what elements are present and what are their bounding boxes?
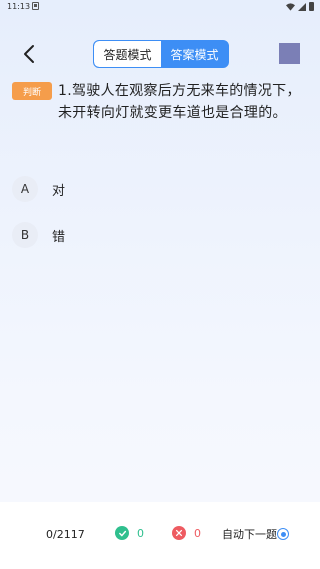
- chevron-left-icon: [24, 45, 34, 63]
- option-letter: A: [12, 176, 38, 202]
- answer-sheet-button[interactable]: [279, 43, 300, 64]
- option-text: 对: [52, 183, 66, 199]
- app-screen: 11:13 答题模式 答案模式 判断 1.驾驶人在观察后方无来车的情况下，未开转…: [0, 0, 320, 569]
- battery-icon: [309, 2, 314, 11]
- check-icon: [115, 526, 129, 540]
- correct-count-value: 0: [137, 526, 144, 540]
- option-a[interactable]: A 对: [12, 175, 308, 203]
- tab-answer-key-mode[interactable]: 答案模式: [161, 41, 228, 67]
- header: 答题模式 答案模式: [0, 38, 320, 70]
- auto-next-toggle[interactable]: 自动下一题: [222, 526, 289, 542]
- system-icons: [286, 2, 314, 11]
- notification-icon: [32, 2, 39, 10]
- auto-next-label: 自动下一题: [222, 528, 277, 541]
- option-text: 错: [52, 229, 66, 245]
- mode-toggle: 答题模式 答案模式: [93, 40, 229, 68]
- question-type-badge: 判断: [12, 82, 52, 100]
- status-time: 11:13: [7, 2, 31, 11]
- correct-count: 0: [115, 526, 144, 540]
- status-bar: 11:13: [0, 0, 320, 14]
- wrong-count-value: 0: [194, 526, 201, 540]
- radio-icon[interactable]: [277, 528, 289, 540]
- cross-icon: [172, 526, 186, 540]
- progress-counter[interactable]: 0/2117: [46, 528, 85, 541]
- wifi-icon: [286, 2, 295, 11]
- back-button[interactable]: [18, 42, 42, 66]
- bottom-bar: 0/2117 0 0 自动下一题: [0, 502, 320, 569]
- wrong-count: 0: [172, 526, 201, 540]
- question-text: 1.驾驶人在观察后方无来车的情况下，未开转向灯就变更车道也是合理的。: [58, 83, 301, 121]
- tab-answer-questions-mode[interactable]: 答题模式: [94, 41, 161, 67]
- option-b[interactable]: B 错: [12, 221, 308, 249]
- question-block: 判断 1.驾驶人在观察后方无来车的情况下，未开转向灯就变更车道也是合理的。: [12, 80, 312, 124]
- signal-icon: [298, 2, 306, 11]
- option-letter: B: [12, 222, 38, 248]
